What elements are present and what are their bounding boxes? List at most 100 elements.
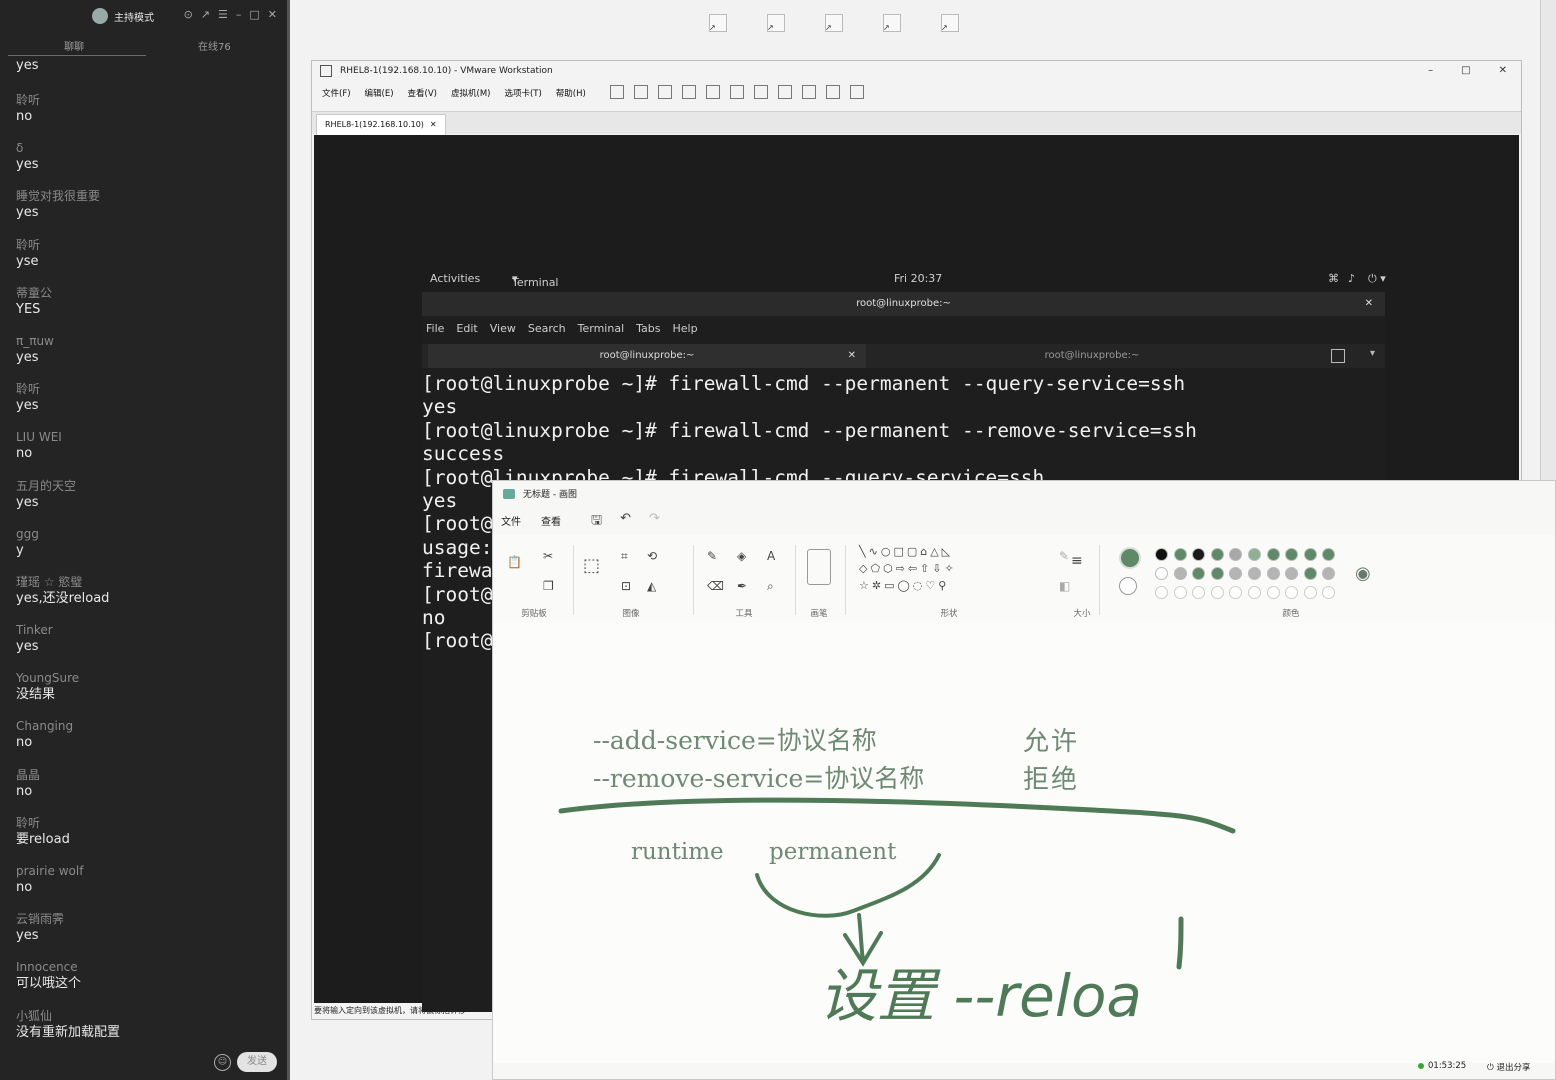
snapshot-manager-icon[interactable] [706,85,720,99]
send-keys-icon[interactable] [634,85,648,99]
fill-icon[interactable]: ◈ [737,549,746,563]
color-swatch[interactable] [1173,567,1187,580]
chat-username[interactable]: 蒂童公 [16,285,276,302]
custom-color-swatch[interactable] [1210,586,1224,599]
popout-icon[interactable]: ↗ [201,8,210,21]
chat-username[interactable]: Changing [16,718,276,735]
shape-row-2[interactable]: ◇⬠⬡⇨⇦⇧⇩✧ [859,562,957,575]
custom-color-swatch[interactable] [1248,586,1261,599]
close-icon[interactable]: ✕ [1499,65,1507,76]
console-view-icon[interactable] [754,85,768,99]
desktop-shortcut[interactable]: ↗ [821,14,861,60]
desktop-shortcut[interactable]: ↗ [705,14,745,60]
color-swatch[interactable] [1210,548,1224,561]
minimize-icon[interactable]: – [236,8,242,21]
custom-color-swatch[interactable] [1303,586,1317,599]
color-picker-icon[interactable]: ✒ [737,579,747,593]
unity-icon[interactable] [802,85,816,99]
chat-username[interactable]: 小狐仙 [16,1008,276,1025]
menu-vm[interactable]: 虚拟机(M) [451,87,490,99]
term-menu-search[interactable]: Search [528,322,566,335]
chat-username[interactable]: π_πuw [16,333,276,350]
chat-username[interactable]: 云销雨霁 [16,911,276,928]
chat-username[interactable]: 瑾瑶 ☆ 慾璧 [16,574,276,591]
color-swatch[interactable] [1173,548,1187,561]
network-icon[interactable]: ⌘ [1328,272,1339,285]
custom-color-swatch[interactable] [1266,586,1280,599]
chat-username[interactable]: 五月的天空 [16,478,276,495]
new-tab-icon[interactable] [1331,349,1345,363]
color-swatch[interactable] [1192,567,1206,580]
clock[interactable]: Fri 20:37 [894,272,942,285]
color-swatch[interactable] [1322,548,1336,561]
settings-icon[interactable]: ⊙ [184,8,193,21]
paint-menu-view[interactable]: 查看 [541,513,561,528]
color-swatch[interactable] [1322,567,1336,580]
paint-canvas[interactable]: --add-service=协议名称 --remove-service=协议名称… [493,623,1555,1063]
select-icon[interactable]: ⬚ [583,555,600,576]
tab-online[interactable]: 在线76 [198,38,231,53]
custom-color-swatch[interactable] [1173,586,1187,599]
activities-button[interactable]: Activities [430,272,480,285]
eraser-icon[interactable]: ⌫ [707,579,724,593]
magnifier-icon[interactable]: ⌕ [767,579,774,594]
color-swatch[interactable] [1155,548,1168,561]
color-swatch[interactable] [1303,567,1317,580]
send-button[interactable]: 发送 [237,1052,277,1072]
close-icon[interactable]: ✕ [848,344,856,368]
background-remove-icon[interactable]: ◭ [647,579,656,593]
fullscreen-icon[interactable] [778,85,792,99]
desktop-shortcut[interactable]: ↗ [879,14,919,60]
cut-icon[interactable]: ✂ [543,549,553,563]
rotate-icon[interactable]: ⟲ [647,549,657,563]
color-swatch[interactable] [1285,567,1299,580]
desktop-shortcut[interactable]: ↗ [937,14,977,60]
copy-icon[interactable]: ❐ [543,579,554,593]
terminal-tab-2[interactable]: root@linuxprobe:~ [872,344,1312,368]
menu-file[interactable]: 文件(F) [322,87,351,99]
color-swatch[interactable] [1229,548,1243,561]
minimize-icon[interactable]: – [1428,65,1433,76]
color-swatch[interactable] [1285,548,1299,561]
maximize-icon[interactable]: □ [1461,65,1470,76]
chat-username[interactable]: YoungSure [16,670,276,687]
chat-username[interactable]: LIU WEI [16,429,276,446]
terminal-tab-1[interactable]: root@linuxprobe:~ ✕ [428,344,866,368]
undo-icon[interactable]: ↶ [620,511,631,533]
resize-icon[interactable]: ⊡ [621,579,631,593]
edit-colors-icon[interactable]: ◉ [1355,563,1371,584]
brush-icon[interactable] [807,549,831,585]
redo-icon[interactable]: ↷ [649,511,660,533]
menu-view[interactable]: 查看(V) [408,87,437,99]
term-menu-view[interactable]: View [490,322,516,335]
chat-username[interactable]: δ [16,140,276,157]
paste-icon[interactable]: 📋 [507,555,522,569]
color-swatch[interactable] [1210,567,1224,580]
term-menu-tabs[interactable]: Tabs [636,322,660,335]
chat-username[interactable]: 睡觉对我很重要 [16,188,276,205]
shape-row-1[interactable]: ╲∿○□▢⌂△◺ [859,545,953,558]
chevron-down-icon[interactable]: ▾ [1370,348,1375,359]
chat-username[interactable]: 聆听 [16,815,276,832]
color-swatch[interactable] [1155,567,1168,580]
color-swatch[interactable] [1248,567,1261,580]
crop-icon[interactable]: ⌗ [621,549,628,564]
menu-edit[interactable]: 编辑(E) [365,87,394,99]
color-swatch[interactable] [1266,567,1280,580]
tab-chat[interactable]: 聊聊 [64,38,84,53]
shape-row-3[interactable]: ☆✲▭◯◌♡⚲ [859,579,949,592]
chat-username[interactable]: 聆听 [16,237,276,254]
menu-tabs[interactable]: 选项卡(T) [504,87,541,99]
term-menu-terminal[interactable]: Terminal [578,322,625,335]
maximize-icon[interactable]: □ [249,8,259,21]
snapshot-icon[interactable] [658,85,672,99]
close-icon[interactable]: ✕ [430,115,437,135]
chat-username[interactable]: Innocence [16,959,276,976]
emoji-icon[interactable]: ☺ [214,1053,231,1071]
pause-icon[interactable] [610,85,624,99]
chat-username[interactable]: ggg [16,526,276,543]
pencil-icon[interactable]: ✎ [707,549,717,563]
menu-help[interactable]: 帮助(H) [556,87,586,99]
chat-username[interactable]: 聆听 [16,381,276,398]
menu-icon[interactable]: ☰ [218,8,228,21]
